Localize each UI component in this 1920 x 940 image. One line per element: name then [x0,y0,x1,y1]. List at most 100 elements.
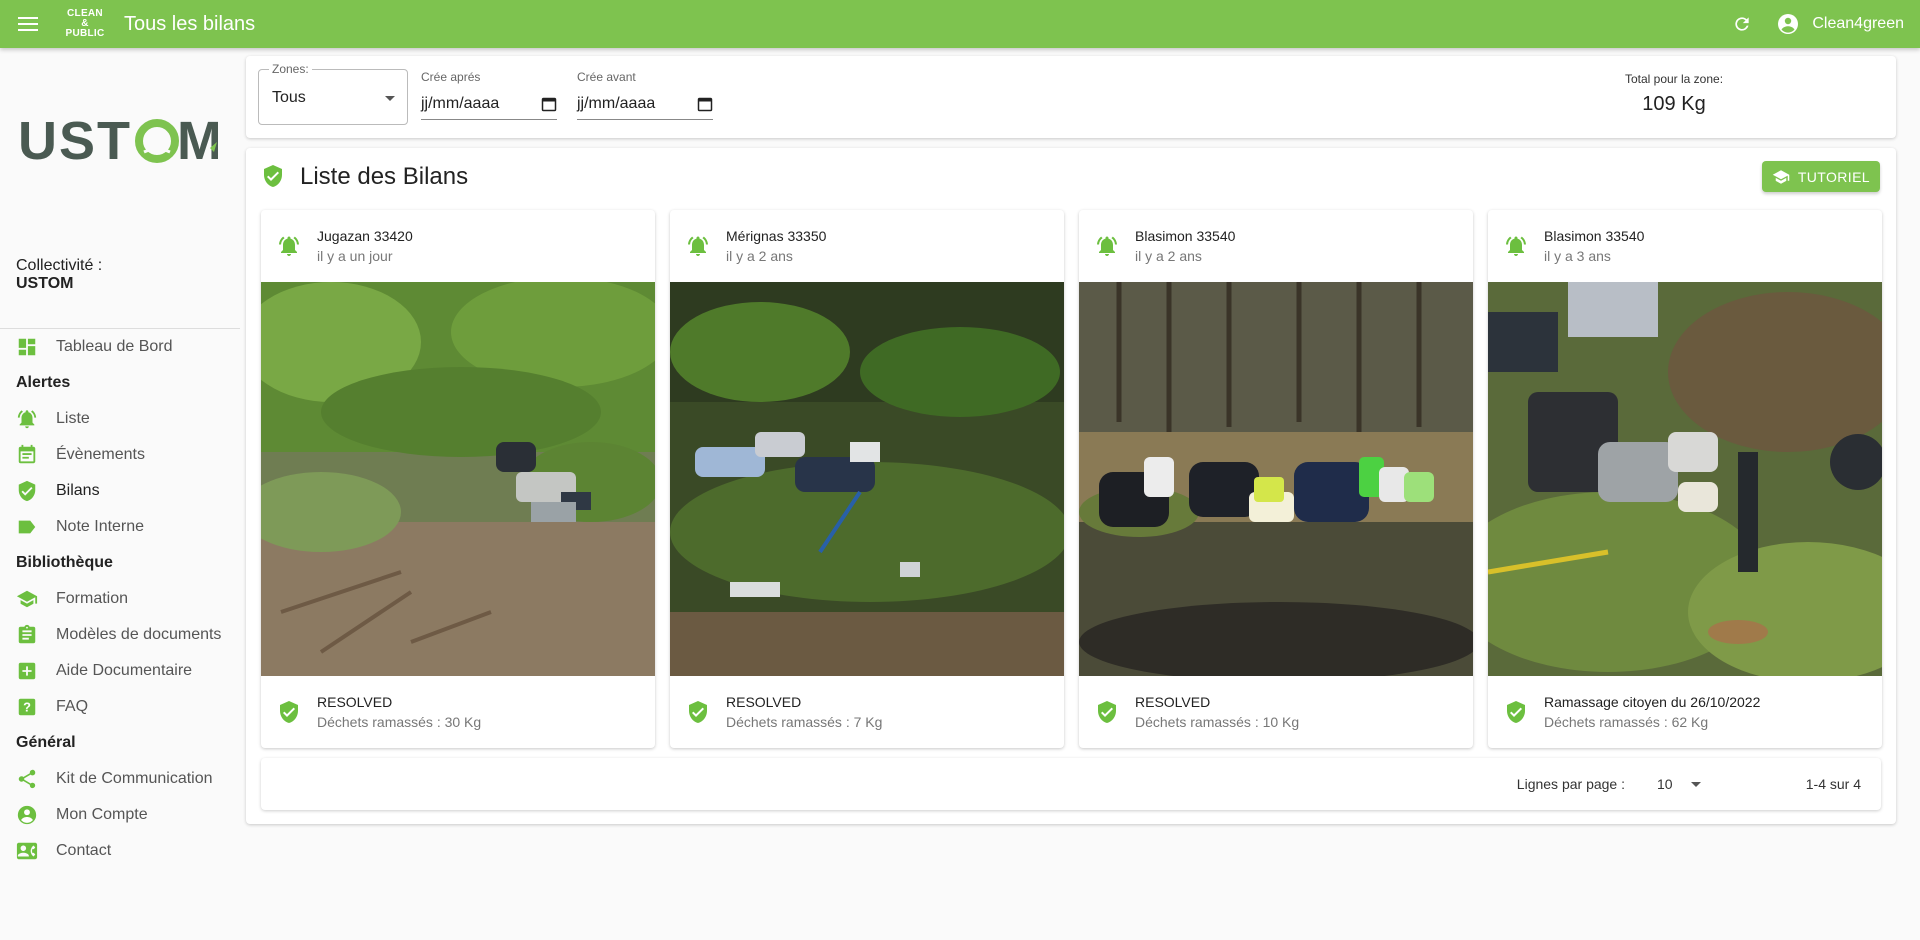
sidebar-item-label: Tableau de Bord [56,338,173,355]
sidebar-item-label: Liste [56,410,90,427]
card-time: il y a 2 ans [1135,248,1202,264]
section-bibliotheque: Bibliothèque [16,554,113,571]
card-header: Blasimon 33540 il y a 3 ans [1488,210,1882,282]
waste-photo[interactable] [1488,282,1882,676]
created-after-field[interactable]: Crée aprés jj/mm/aaaa [421,70,557,120]
card-location: Blasimon 33540 [1544,228,1645,244]
sidebar-item-kit[interactable]: Kit de Communication [0,761,240,797]
account-icon [1778,14,1799,34]
dropdown-arrow-icon [1691,782,1701,787]
sidebar-item-evenements[interactable]: Évènements [0,437,240,473]
sidebar-item-bilans[interactable]: Bilans [0,473,240,509]
sidebar-item-dashboard[interactable]: Tableau de Bord [0,329,240,365]
event-note-icon [18,444,36,464]
verified-shield-icon [280,701,298,723]
created-before-label: Crée avant [577,70,636,84]
waste-photo[interactable] [670,282,1064,676]
sidebar-item-liste[interactable]: Liste [0,401,240,437]
card-header: Jugazan 33420 il y a un jour [261,210,655,282]
verified-shield-icon [264,165,282,187]
card-footer: RESOLVED Déchets ramassés : 7 Kg [670,676,1064,748]
card-waste: Déchets ramassés : 10 Kg [1135,714,1300,730]
contact-card-icon [16,842,38,860]
created-after-label: Crée aprés [421,70,481,84]
label-icon [18,520,36,534]
card-header: Blasimon 33540 il y a 2 ans [1079,210,1473,282]
zone-select[interactable]: Zones: Tous [258,62,408,125]
calendar-icon[interactable] [697,96,713,112]
sidebar-item-modeles[interactable]: Modèles de documents [0,617,240,653]
created-before-field[interactable]: Crée avant jj/mm/aaaa [577,70,713,120]
svg-text:UST: UST [18,112,132,168]
menu-icon[interactable] [16,12,40,36]
sidebar-item-label: Note Interne [56,518,145,535]
alarm-bell-icon [688,236,708,256]
waste-photo[interactable] [261,282,655,676]
zone-select-value: Tous [272,89,306,106]
bilans-panel: Liste des Bilans TUTORIEL Jugazan 33420 … [246,148,1896,824]
filter-bar: Zones: Tous Crée aprés jj/mm/aaaa Crée a… [246,56,1896,138]
verified-shield-icon [689,701,707,723]
created-before-value: jj/mm/aaaa [577,95,656,112]
sidebar-item-aide[interactable]: Aide Documentaire [0,653,240,689]
help-box-icon: ? [18,698,36,716]
card-status: RESOLVED [726,694,802,710]
tutorial-button[interactable]: TUTORIEL [1761,161,1880,192]
assignment-icon [18,624,36,644]
app-bar: CLEAN & PUBLIC Tous les bilans Clean4gre… [0,0,1920,48]
zone-total-label: Total pour la zone: [1624,72,1724,86]
card-time: il y a un jour [317,248,393,264]
rows-per-page-select[interactable]: 10 [1657,776,1709,792]
dropdown-arrow-icon [385,96,395,101]
alarm-bell-icon [279,236,299,256]
verified-shield-icon [18,480,36,502]
sidebar-item-label: Formation [56,590,129,607]
pagination-bar: Lignes par page : 10 1-4 sur 4 [261,758,1881,810]
card-time: il y a 3 ans [1544,248,1611,264]
zone-total: Total pour la zone: 109 Kg [1604,72,1744,116]
sidebar: UST M Collectivité : USTOM Tableau de Bo… [0,48,240,940]
card-footer: RESOLVED Déchets ramassés : 30 Kg [261,676,655,748]
bilan-card[interactable]: Jugazan 33420 il y a un jour RESOLVED Dé… [261,210,655,748]
rows-per-page-value: 10 [1657,776,1673,792]
user-name: Clean4green [1812,15,1904,32]
bilan-card[interactable]: Blasimon 33540 il y a 2 ans RESOLVED Déc… [1079,210,1473,748]
refresh-icon[interactable] [1730,12,1754,36]
sidebar-item-label: Kit de Communication [56,770,213,787]
sidebar-item-faq[interactable]: ? FAQ [0,689,240,725]
sidebar-item-label: Évènements [56,446,145,463]
add-box-icon [18,662,36,680]
pagination-range: 1-4 sur 4 [1805,776,1861,792]
user-menu[interactable]: Clean4green [1776,12,1904,36]
school-icon [16,590,38,608]
card-waste: Déchets ramassés : 62 Kg [1544,714,1709,730]
sidebar-item-label: Modèles de documents [56,626,222,643]
clean-public-logo[interactable]: CLEAN & PUBLIC [62,9,108,39]
share-icon [18,769,36,789]
calendar-icon[interactable] [541,96,557,112]
card-status: RESOLVED [317,694,393,710]
alarm-bell-icon [1097,236,1117,256]
bilan-card[interactable]: Blasimon 33540 il y a 3 ans Ramassage ci… [1488,210,1882,748]
svg-text:M: M [177,112,218,168]
sidebar-item-note-interne[interactable]: Note Interne [0,509,240,545]
sidebar-item-formation[interactable]: Formation [0,581,240,617]
sidebar-item-label: Mon Compte [56,806,148,823]
card-location: Jugazan 33420 [317,228,413,244]
page-title: Tous les bilans [124,12,256,35]
waste-photo[interactable] [1079,282,1473,676]
section-general: Général [16,734,76,751]
ustom-logo: UST M [18,112,218,168]
sidebar-item-compte[interactable]: Mon Compte [0,797,240,833]
sidebar-nav: Tableau de Bord Alertes Liste Évènements… [0,329,240,869]
sidebar-item-contact[interactable]: Contact [0,833,240,869]
verified-shield-icon [1507,701,1525,723]
bilan-card[interactable]: Mérignas 33350 il y a 2 ans RESOLVED Déc… [670,210,1064,748]
card-location: Mérignas 33350 [726,228,827,244]
collectivite-value: USTOM [16,275,74,292]
verified-shield-icon [1098,701,1116,723]
sidebar-item-label: Aide Documentaire [56,662,193,679]
panel-title: Liste des Bilans [300,163,469,190]
tutorial-button-label: TUTORIEL [1797,168,1870,185]
alarm-bell-icon [17,410,37,429]
